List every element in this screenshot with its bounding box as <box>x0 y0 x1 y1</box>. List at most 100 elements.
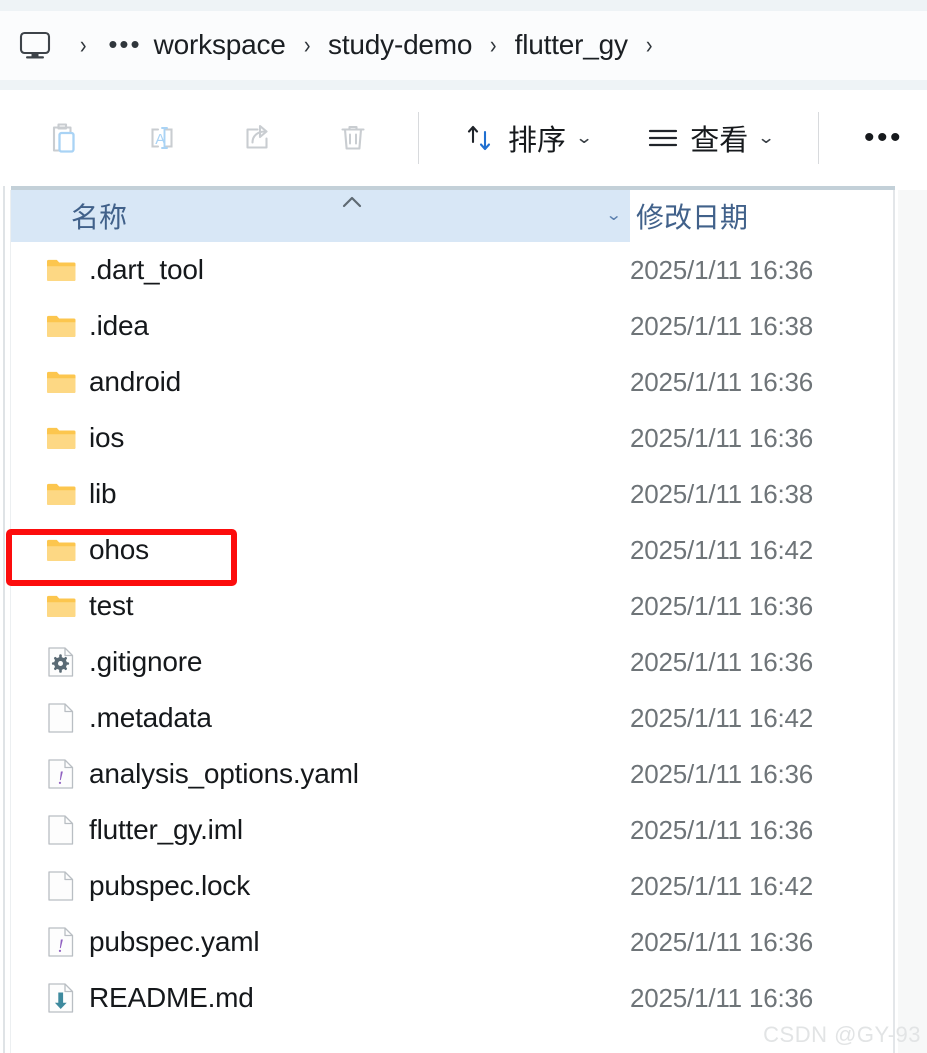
file-name-label: ohos <box>89 534 149 565</box>
folder-icon <box>46 255 76 285</box>
column-header-date-label: 修改日期 <box>636 202 749 233</box>
yaml-file-icon: ! <box>46 759 76 789</box>
file-date-cell: 2025/1/11 16:42 <box>630 870 814 901</box>
folder-icon <box>47 371 76 393</box>
file-name-cell[interactable]: lib <box>0 478 630 510</box>
file-row[interactable]: android 2025/1/11 16:36 <box>0 354 927 410</box>
folder-icon <box>46 367 76 397</box>
file-date-cell: 2025/1/11 16:36 <box>630 366 814 397</box>
breadcrumb-item-workspace[interactable]: workspace <box>150 27 290 63</box>
file-date-cell: 2025/1/11 16:36 <box>630 254 814 285</box>
file-row[interactable]: ! pubspec.yaml 2025/1/11 16:36 <box>0 914 927 970</box>
trash-icon <box>341 125 365 150</box>
blank-file-icon <box>46 871 76 901</box>
folder-icon <box>47 427 76 449</box>
folder-icon <box>46 535 76 565</box>
breadcrumb-separator-1[interactable]: › <box>293 32 320 58</box>
delete-button[interactable] <box>322 107 384 169</box>
breadcrumb-separator-2[interactable]: › <box>480 32 507 58</box>
file-name-label: android <box>89 366 182 397</box>
file-name-label: .dart_tool <box>89 254 204 285</box>
sort-button-label: 排序 <box>508 125 567 157</box>
sort-ascending-icon <box>342 196 362 208</box>
breadcrumb-item-flutter-gy[interactable]: flutter_gy <box>511 27 632 63</box>
file-row[interactable]: README.md 2025/1/11 16:36 <box>0 970 927 1026</box>
file-name-cell[interactable]: ! pubspec.yaml <box>0 926 630 958</box>
column-header-row: 名称 ⌄ 修改日期 <box>0 186 927 242</box>
file-name-cell[interactable]: test <box>0 590 630 622</box>
file-row[interactable]: ios 2025/1/11 16:36 <box>0 410 927 466</box>
monitor-icon[interactable] <box>18 28 52 62</box>
toolbar: A 排序 ⌄ 查看 ⌄ ••• <box>0 90 927 186</box>
file-row[interactable]: lib 2025/1/11 16:38 <box>0 466 927 522</box>
view-button[interactable]: 查看 ⌄ <box>635 107 783 169</box>
file-name-cell[interactable]: README.md <box>0 982 630 1014</box>
paste-button[interactable] <box>34 107 96 169</box>
file-date-cell: 2025/1/11 16:36 <box>630 758 814 789</box>
folder-icon <box>46 479 76 509</box>
markdown-file-icon <box>46 983 76 1013</box>
file-row[interactable]: .idea 2025/1/11 16:38 <box>0 298 927 354</box>
file-date-cell: 2025/1/11 16:36 <box>630 926 814 957</box>
folder-icon <box>46 311 76 341</box>
more-options-button[interactable]: ••• <box>853 107 915 169</box>
column-header-name-label: 名称 <box>71 202 128 233</box>
breadcrumb-overflow[interactable]: ••• <box>100 32 149 57</box>
file-row[interactable]: flutter_gy.iml 2025/1/11 16:36 <box>0 802 927 858</box>
folder-icon <box>46 423 76 453</box>
yaml-file-icon: ! <box>48 759 74 789</box>
file-row[interactable]: .dart_tool 2025/1/11 16:36 <box>0 242 927 298</box>
share-button[interactable] <box>226 107 288 169</box>
file-name-cell[interactable]: .metadata <box>0 702 630 734</box>
file-row[interactable]: pubspec.lock 2025/1/11 16:42 <box>0 858 927 914</box>
file-date-cell: 2025/1/11 16:36 <box>630 982 814 1013</box>
file-name-cell[interactable]: android <box>0 366 630 398</box>
file-date-cell: 2025/1/11 16:42 <box>630 534 814 565</box>
column-header-date[interactable]: 修改日期 <box>630 190 895 242</box>
file-name-label: pubspec.lock <box>89 870 251 901</box>
file-row[interactable]: test 2025/1/11 16:36 <box>0 578 927 634</box>
file-row[interactable]: ! analysis_options.yaml 2025/1/11 16:36 <box>0 746 927 802</box>
column-header-name[interactable]: 名称 <box>11 190 598 242</box>
watermark: CSDN @GY-93 <box>763 1022 921 1047</box>
folder-icon <box>47 259 76 281</box>
file-name-label: .metadata <box>89 702 212 733</box>
sort-button[interactable]: 排序 ⌄ <box>453 107 601 169</box>
folder-icon <box>47 539 76 561</box>
file-name-cell[interactable]: ios <box>0 422 630 454</box>
blank-file-icon <box>46 703 76 733</box>
sort-icon <box>467 125 491 151</box>
file-name-label: .idea <box>89 310 149 341</box>
config-file-icon <box>48 647 74 677</box>
file-name-label: ios <box>89 422 125 453</box>
rename-button[interactable]: A <box>130 107 192 169</box>
file-name-cell[interactable]: .idea <box>0 310 630 342</box>
view-list-icon <box>649 129 678 147</box>
folder-icon <box>46 591 76 621</box>
blank-file-icon <box>48 703 74 733</box>
file-name-cell[interactable]: ohos <box>0 534 630 566</box>
view-button-label: 查看 <box>690 125 749 157</box>
chevron-down-icon: ⌄ <box>574 128 594 147</box>
file-date-cell: 2025/1/11 16:38 <box>630 478 814 509</box>
breadcrumb-separator-0: › <box>79 30 87 59</box>
column-header-name-dropdown[interactable]: ⌄ <box>598 190 630 242</box>
markdown-file-icon <box>48 983 74 1013</box>
file-list: .dart_tool 2025/1/11 16:36 .idea 2025/1/11 … <box>0 242 927 1032</box>
file-row[interactable]: ohos 2025/1/11 16:42 <box>0 522 927 578</box>
yaml-file-icon: ! <box>46 927 76 957</box>
toolbar-divider-2 <box>817 112 819 164</box>
file-name-cell[interactable]: .gitignore <box>0 646 630 678</box>
file-name-cell[interactable]: flutter_gy.iml <box>0 814 630 846</box>
file-name-label: pubspec.yaml <box>89 926 260 957</box>
file-row[interactable]: .gitignore 2025/1/11 16:36 <box>0 634 927 690</box>
svg-text:!: ! <box>57 768 63 789</box>
file-name-cell[interactable]: ! analysis_options.yaml <box>0 758 630 790</box>
file-name-cell[interactable]: pubspec.lock <box>0 870 630 902</box>
file-name-cell[interactable]: .dart_tool <box>0 254 630 286</box>
file-row[interactable]: .metadata 2025/1/11 16:42 <box>0 690 927 746</box>
breadcrumb-separator-3[interactable]: › <box>635 32 662 58</box>
folder-icon <box>47 483 76 505</box>
file-date-cell: 2025/1/11 16:42 <box>630 702 814 733</box>
breadcrumb-item-study-demo[interactable]: study-demo <box>324 27 476 63</box>
